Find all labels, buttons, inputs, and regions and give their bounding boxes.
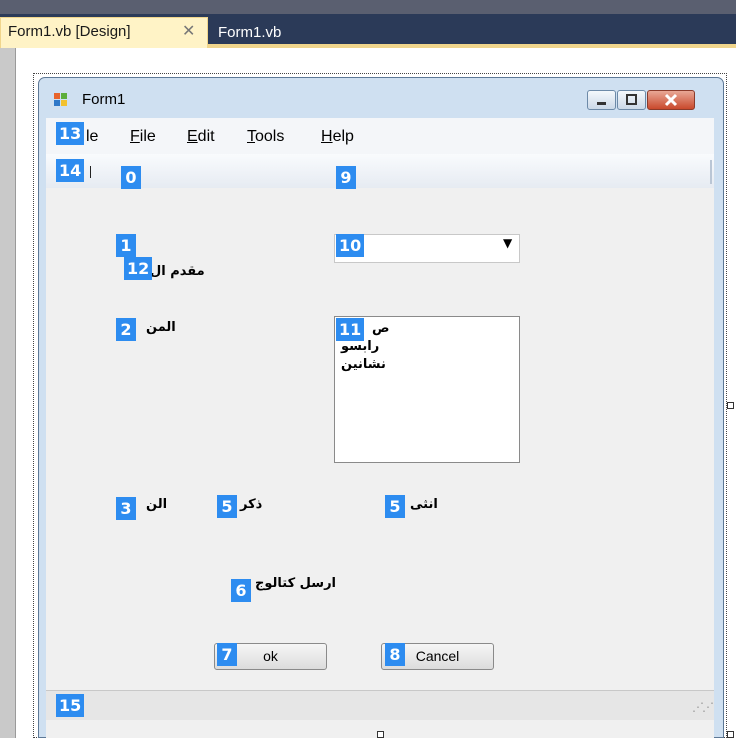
label-region: المن [146, 320, 176, 335]
badge-3: 3 [116, 497, 136, 520]
top-strip [0, 0, 736, 14]
chevron-down-icon[interactable]: ▼ [503, 236, 512, 250]
badge-5: 5 [217, 495, 237, 518]
badge-15: 15 [56, 694, 85, 717]
badge-12: 12 [124, 257, 153, 280]
tool-strip [46, 154, 714, 188]
minimize-icon [597, 102, 606, 105]
menu-tools-rest: ools [255, 128, 285, 145]
menu-file-mnemonic: F [130, 128, 140, 145]
menu-file[interactable]: File [130, 128, 156, 146]
windows-form-icon [54, 93, 67, 106]
status-strip [46, 690, 714, 720]
menu-help-mnemonic: H [321, 128, 333, 145]
menu-edit[interactable]: Edit [187, 128, 215, 146]
menu-help[interactable]: Help [321, 128, 354, 146]
radio-male-label[interactable]: ذكر [240, 497, 262, 512]
cancel-button-label: Cancel [415, 648, 460, 664]
badge-14: 14 [56, 159, 85, 182]
badge-8: 8 [385, 643, 405, 666]
badge-11: 11 [336, 318, 365, 341]
list-item[interactable]: ص [372, 321, 390, 336]
badge-7: 7 [217, 643, 237, 666]
maximize-icon [626, 94, 637, 105]
menu-tools[interactable]: Tools [247, 128, 284, 146]
ok-button-label: ok [263, 648, 278, 664]
badge-10: 10 [336, 234, 365, 257]
resize-handle[interactable] [727, 402, 734, 409]
list-item[interactable]: نشانين [341, 357, 386, 372]
badge-2: 2 [116, 318, 136, 341]
tool-strip-grip[interactable] [710, 160, 712, 184]
badge-5: 5 [385, 495, 405, 518]
menu-edit-rest: dit [197, 128, 215, 145]
list-item[interactable]: رابسو [341, 339, 379, 354]
menu-file-rest: ile [139, 128, 156, 145]
close-icon [664, 93, 678, 107]
badge-1: 1 [116, 234, 136, 257]
resize-grip-icon[interactable]: ⋰⋰ [692, 700, 714, 714]
checkbox-send-catalog-label[interactable]: ارسل كتالوج [255, 576, 336, 591]
resize-handle[interactable] [377, 731, 384, 738]
radio-female-label[interactable]: انثى [410, 497, 438, 512]
close-button[interactable] [647, 90, 695, 110]
menu-tools-mnemonic: T [247, 128, 255, 145]
label-presenter: مقدم ال [150, 264, 205, 279]
tab-form1-design-label: Form1.vb [Design] [8, 23, 131, 40]
menu-file-partial[interactable]: le [86, 128, 98, 146]
label-gender: الن [146, 497, 168, 512]
minimize-button[interactable] [587, 90, 616, 110]
tab-close-icon[interactable]: ✕ [182, 21, 195, 40]
tab-form1-code[interactable]: Form1.vb [218, 24, 281, 41]
badge-13: 13 [56, 122, 85, 145]
badge-0: 0 [121, 166, 141, 189]
badge-9: 9 [336, 166, 356, 189]
menu-help-rest: elp [332, 128, 354, 145]
maximize-button[interactable] [617, 90, 646, 110]
tool-strip-separator [90, 166, 91, 178]
badge-6: 6 [231, 579, 251, 602]
resize-handle[interactable] [727, 731, 734, 738]
menu-edit-mnemonic: E [187, 128, 198, 145]
form-title: Form1 [82, 91, 126, 108]
